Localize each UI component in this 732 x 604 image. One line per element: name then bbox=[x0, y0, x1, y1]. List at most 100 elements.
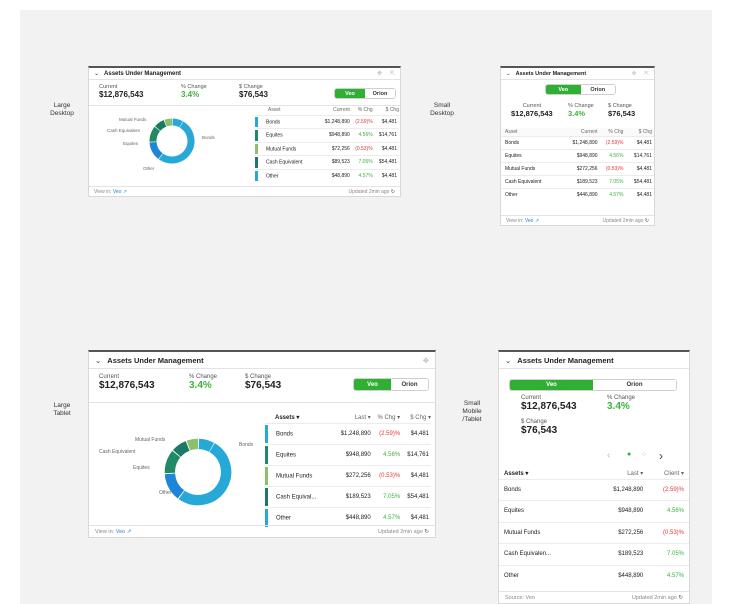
view-in-veo-link[interactable]: Veo bbox=[525, 218, 534, 224]
asset-current: $189,523 bbox=[560, 174, 598, 188]
table-row[interactable]: Equites $948,890 4.56% $14,761 bbox=[255, 128, 399, 142]
asset-name: Bonds bbox=[501, 135, 561, 149]
asset-dollar-change: $54,481 bbox=[400, 485, 431, 507]
allocation-donut-chart bbox=[164, 438, 232, 506]
table-row[interactable]: Cash Equivalent $89,523 7.05% $54,481 bbox=[255, 155, 399, 169]
refresh-icon[interactable]: ↻ bbox=[424, 529, 429, 535]
source-toggle[interactable]: Veo Orion bbox=[353, 378, 429, 391]
view-in-veo-link[interactable]: Veo bbox=[116, 529, 125, 535]
label-large-desktop: Large Desktop bbox=[50, 102, 74, 118]
donut-label-other: Other bbox=[159, 490, 172, 496]
toggle-veo[interactable]: Veo bbox=[354, 379, 391, 390]
widget-header: ⌄ Assets Under Management ✥ ⇱ bbox=[501, 68, 654, 80]
table-row[interactable]: Bonds $1,248,890 (2.59)% $4,481 bbox=[265, 422, 431, 444]
asset-color-swatch bbox=[255, 143, 258, 154]
donut-label-bonds: Bonds bbox=[202, 135, 215, 140]
asset-pct-change: (2.59)% bbox=[349, 114, 373, 129]
table-row[interactable]: Cash Equivalen... $189,523 7.05% bbox=[499, 543, 689, 565]
donut-label-mutual-funds: Mutual Funds bbox=[119, 117, 147, 122]
source-toggle[interactable]: Veo Orion bbox=[334, 88, 396, 99]
table-row[interactable]: Other $446,890 4.57% $4,481 bbox=[501, 187, 654, 201]
widget-header: ⌄ Assets Under Management bbox=[499, 352, 689, 369]
asset-dollar-change: $14,761 bbox=[372, 128, 399, 142]
asset-color-swatch bbox=[255, 157, 258, 168]
source-toggle[interactable]: Veo Orion bbox=[509, 379, 677, 391]
pager-dot[interactable]: ○ bbox=[642, 451, 646, 458]
pager-prev-icon[interactable]: ‹ bbox=[607, 450, 610, 461]
asset-name: Mutual Funds bbox=[265, 464, 332, 486]
asset-dollar-change: $54,481 bbox=[372, 155, 399, 169]
donut-label-equites: Equites bbox=[133, 465, 150, 471]
toggle-orion[interactable]: Orion bbox=[365, 89, 395, 98]
asset-pct-change: (0.53)% bbox=[643, 521, 689, 544]
move-icon[interactable]: ✥ bbox=[377, 70, 382, 77]
asset-name: Cash Equivalen... bbox=[499, 543, 591, 565]
asset-dollar-change: $54,481 bbox=[623, 174, 654, 188]
asset-color-swatch bbox=[255, 130, 258, 141]
pager-next-icon[interactable]: › bbox=[659, 449, 663, 463]
move-icon[interactable]: ✥ bbox=[423, 356, 429, 365]
table-row[interactable]: Mutual Funds $272,256 (0.53)% $4,481 bbox=[501, 161, 654, 175]
asset-color-swatch bbox=[255, 170, 258, 182]
toggle-orion[interactable]: Orion bbox=[580, 85, 615, 94]
source-toggle[interactable]: Veo Orion bbox=[545, 84, 616, 95]
table-row[interactable]: Equites $948,890 4.56% $14,761 bbox=[265, 443, 431, 465]
external-link-icon: ↗ bbox=[126, 528, 132, 535]
view-in-veo-link[interactable]: Veo bbox=[113, 189, 122, 195]
table-row[interactable]: Other $448,890 4.57% bbox=[499, 564, 689, 587]
refresh-icon[interactable]: ↻ bbox=[678, 595, 683, 601]
asset-current: $948,890 bbox=[590, 500, 644, 522]
move-icon[interactable]: ✥ bbox=[632, 71, 637, 77]
asset-name: Bonds bbox=[265, 422, 332, 444]
expand-icon[interactable]: ⇱ bbox=[390, 70, 395, 77]
collapse-chevron-icon[interactable]: ⌄ bbox=[505, 356, 511, 365]
widget-footer: View in: Veo ↗ Updated 2min ago ↻ bbox=[501, 215, 654, 225]
asset-dollar-change: $4,481 bbox=[372, 141, 399, 156]
refresh-icon[interactable]: ↻ bbox=[391, 189, 395, 195]
expand-icon[interactable]: ⇱ bbox=[644, 71, 649, 77]
toggle-orion[interactable]: Orion bbox=[391, 379, 428, 390]
toggle-veo[interactable]: Veo bbox=[510, 380, 593, 390]
pager-dot-active[interactable]: ● bbox=[627, 451, 631, 458]
toggle-veo[interactable]: Veo bbox=[335, 89, 365, 98]
table-row[interactable]: Mutual Funds $72,256 (0.53)% $4,481 bbox=[255, 141, 399, 156]
asset-name: Cash Equivalent bbox=[255, 155, 318, 169]
asset-color-swatch bbox=[265, 466, 268, 485]
collapse-chevron-icon[interactable]: ⌄ bbox=[506, 71, 511, 77]
stat-current: Current $12,876,543 bbox=[521, 395, 577, 412]
stat-current: Current $12,876,543 bbox=[99, 84, 144, 99]
asset-dollar-change: $4,481 bbox=[623, 135, 654, 149]
asset-pct-change: (2.59)% bbox=[643, 478, 689, 501]
table-row[interactable]: Mutual Funds $272,256 (0.53)% $4,481 bbox=[265, 464, 431, 486]
table-row[interactable]: Cash Equival... $189,523 7.05% $54,481 bbox=[265, 485, 431, 507]
asset-dollar-change: $14,761 bbox=[623, 148, 654, 162]
asset-current: $448,890 bbox=[590, 564, 644, 587]
external-link-icon: ↗ bbox=[122, 188, 128, 195]
donut-label-equites: Equites bbox=[123, 141, 139, 146]
asset-name: Equites bbox=[501, 148, 561, 162]
table-row[interactable]: Equites $948,890 4.56% bbox=[499, 500, 689, 522]
asset-color-swatch bbox=[265, 445, 268, 464]
asset-color-swatch bbox=[265, 424, 268, 443]
table-row[interactable]: Other $48,890 4.57% $4,481 bbox=[255, 168, 399, 183]
toggle-veo[interactable]: Veo bbox=[546, 85, 581, 94]
refresh-icon[interactable]: ↻ bbox=[645, 218, 649, 224]
collapse-chevron-icon[interactable]: ⌄ bbox=[95, 356, 101, 365]
holdings-table: Asset Current % Chg $ Chg Bonds $1,248,89… bbox=[255, 106, 399, 183]
asset-current: $948,890 bbox=[317, 128, 350, 142]
widget-small-mobile: ⌄ Assets Under Management Veo Orion Curr… bbox=[498, 350, 690, 604]
table-row[interactable]: Equites $948,890 4.56% $14,761 bbox=[501, 148, 654, 162]
table-row[interactable]: Bonds $1,248,890 (2.59)% bbox=[499, 478, 689, 501]
table-row[interactable]: Bonds $1,248,890 (2.59)% $4,481 bbox=[255, 114, 399, 129]
table-row[interactable]: Bonds $1,248,890 (2.59)% $4,481 bbox=[501, 135, 654, 149]
stat-current: Current $12,876,543 bbox=[99, 374, 155, 391]
asset-pct-change: 7.05% bbox=[370, 485, 401, 507]
table-row[interactable]: Cash Equivalent $189,523 7.05% $54,481 bbox=[501, 174, 654, 188]
asset-current: $948,890 bbox=[560, 148, 598, 162]
table-row[interactable]: Mutual Funds $272,256 (0.53)% bbox=[499, 521, 689, 544]
collapse-chevron-icon[interactable]: ⌄ bbox=[94, 70, 99, 77]
widget-footer: View in: Veo ↗ Updated 2min ago ↻ bbox=[89, 525, 435, 537]
toggle-orion[interactable]: Orion bbox=[593, 380, 676, 390]
widget-large-desktop: ⌄ Assets Under Management ✥ ⇱ Current $1… bbox=[88, 66, 401, 197]
asset-name: Mutual Funds bbox=[501, 161, 561, 175]
